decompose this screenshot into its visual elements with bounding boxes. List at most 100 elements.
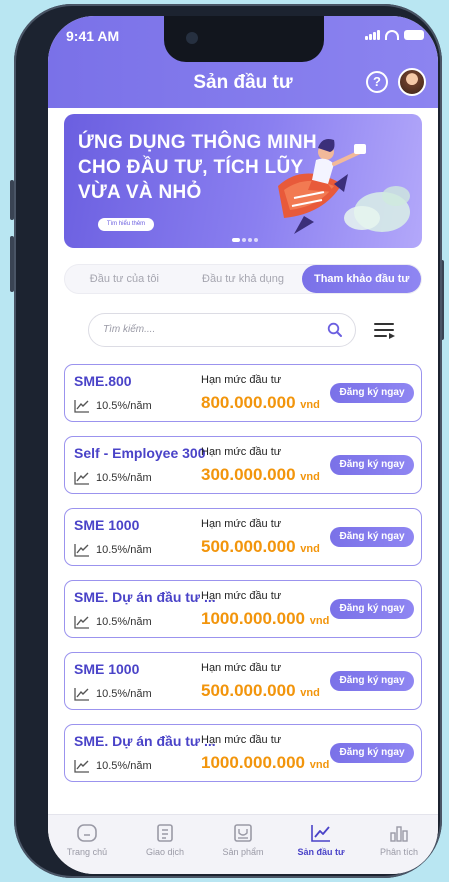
- limit-value: 300.000.000 vnd: [201, 465, 320, 485]
- receipt-icon: [157, 824, 173, 842]
- carousel-dot[interactable]: [248, 238, 252, 242]
- trend-line-icon: [74, 400, 89, 413]
- product-card[interactable]: SME. Dự án đầu tư ... 10.5%/năm Hạn mức đầ…: [64, 724, 422, 782]
- signal-icon: [365, 30, 380, 40]
- limit-label: Hạn mức đầu tư: [201, 662, 282, 674]
- product-name: SME 1000: [74, 517, 140, 533]
- trend-line-icon: [74, 760, 89, 773]
- filter-list-icon[interactable]: [374, 322, 396, 340]
- limit-unit: vnd: [300, 543, 320, 555]
- nav-label-investment: Sản đầu tư: [297, 847, 345, 857]
- limit-value: 1000.000.000 vnd: [201, 609, 329, 629]
- battery-icon: [404, 30, 424, 40]
- product-rate: 10.5%/năm: [74, 687, 152, 701]
- limit-amount: 1000.000.000: [201, 609, 305, 628]
- product-rate: 10.5%/năm: [74, 759, 152, 773]
- tab-available-investments[interactable]: Đầu tư khả dụng: [184, 265, 303, 293]
- nav-item-analysis[interactable]: Phân tích: [360, 815, 438, 874]
- bottom-navigation: Trang chủ Giao dịch Sản phẩm Sản đầu tư …: [48, 814, 438, 874]
- search-input[interactable]: Tìm kiếm....: [88, 313, 356, 347]
- register-now-button[interactable]: Đăng ký ngay: [330, 743, 414, 763]
- rate-value: 10.5%/năm: [96, 544, 152, 556]
- product-card[interactable]: SME 1000 10.5%/năm Hạn mức đầu tư 500.000.0…: [64, 508, 422, 566]
- nav-label-transactions: Giao dịch: [145, 847, 185, 857]
- status-icons: [365, 30, 424, 40]
- avatar[interactable]: [398, 68, 426, 96]
- limit-unit: vnd: [300, 399, 320, 411]
- limit-unit: vnd: [300, 687, 320, 699]
- learn-more-button[interactable]: Tìm hiểu thêm: [98, 218, 154, 231]
- register-now-button[interactable]: Đăng ký ngay: [330, 383, 414, 403]
- limit-unit: vnd: [300, 471, 320, 483]
- nav-label-home: Trang chủ: [66, 847, 108, 857]
- tab-reference-investments[interactable]: Tham khảo đầu tư: [302, 265, 422, 293]
- rate-value: 10.5%/năm: [96, 688, 152, 700]
- chart-line-icon: [311, 825, 330, 842]
- limit-unit: vnd: [309, 615, 330, 627]
- product-name: SME. Dự án đầu tư ...: [74, 589, 216, 605]
- camera-notch: [164, 16, 324, 62]
- product-name: SME. Dự án đầu tư ...: [74, 733, 216, 749]
- tab-my-investments[interactable]: Đầu tư của tôi: [65, 265, 184, 293]
- limit-amount: 800.000.000: [201, 393, 296, 412]
- promo-banner[interactable]: ỨNG DỤNG THÔNG MINH CHO ĐẦU TƯ, TÍCH LŨY…: [64, 114, 422, 248]
- limit-label: Hạn mức đầu tư: [201, 374, 282, 386]
- limit-value: 800.000.000 vnd: [201, 393, 320, 413]
- nav-label-analysis: Phân tích: [379, 847, 419, 857]
- register-now-button[interactable]: Đăng ký ngay: [330, 527, 414, 547]
- wifi-icon: [385, 30, 399, 40]
- limit-amount: 1000.000.000: [201, 753, 305, 772]
- rate-value: 10.5%/năm: [96, 616, 152, 628]
- nav-item-products[interactable]: Sản phẩm: [204, 815, 282, 874]
- register-now-button[interactable]: Đăng ký ngay: [330, 671, 414, 691]
- trend-line-icon: [74, 616, 89, 629]
- register-now-button[interactable]: Đăng ký ngay: [330, 455, 414, 475]
- limit-value: 500.000.000 vnd: [201, 537, 320, 557]
- carousel-dot[interactable]: [232, 238, 240, 242]
- trend-line-icon: [74, 472, 89, 485]
- app-screen: 9:41 AM Sản đầu tư ? ỨNG DỤNG THÔNG MINH…: [48, 16, 438, 874]
- rate-value: 10.5%/năm: [96, 760, 152, 772]
- home-icon: [77, 824, 97, 842]
- rate-value: 10.5%/năm: [96, 400, 152, 412]
- limit-unit: vnd: [309, 759, 330, 771]
- product-rate: 10.5%/năm: [74, 471, 152, 485]
- rate-value: 10.5%/năm: [96, 472, 152, 484]
- carousel-dot[interactable]: [254, 238, 258, 242]
- product-card[interactable]: SME. Dự án đầu tư ... 10.5%/năm Hạn mức đầ…: [64, 580, 422, 638]
- status-time: 9:41 AM: [66, 28, 120, 44]
- limit-value: 1000.000.000 vnd: [201, 753, 329, 773]
- question-circle-icon[interactable]: ?: [366, 71, 388, 93]
- limit-value: 500.000.000 vnd: [201, 681, 320, 701]
- nav-item-transactions[interactable]: Giao dịch: [126, 815, 204, 874]
- rocket-illustration: [278, 139, 410, 234]
- product-rate: 10.5%/năm: [74, 543, 152, 557]
- product-card[interactable]: SME.800 10.5%/năm Hạn mức đầu tư 800.000.00…: [64, 364, 422, 422]
- nav-item-investment[interactable]: Sản đầu tư: [282, 815, 360, 874]
- limit-label: Hạn mức đầu tư: [201, 518, 282, 530]
- trend-line-icon: [74, 688, 89, 701]
- bar-chart-icon: [390, 826, 408, 842]
- product-rate: 10.5%/năm: [74, 615, 152, 629]
- trend-line-icon: [74, 544, 89, 557]
- carousel-dot[interactable]: [242, 238, 246, 242]
- limit-label: Hạn mức đầu tư: [201, 590, 282, 602]
- register-now-button[interactable]: Đăng ký ngay: [330, 599, 414, 619]
- investment-tabs: Đầu tư của tôi Đầu tư khả dụng Tham khảo…: [64, 264, 422, 294]
- limit-amount: 500.000.000: [201, 681, 296, 700]
- limit-label: Hạn mức đầu tư: [201, 446, 282, 458]
- product-card[interactable]: Self - Employee 300 10.5%/năm Hạn mức đầu …: [64, 436, 422, 494]
- search-placeholder: Tìm kiếm....: [103, 324, 156, 335]
- product-card[interactable]: SME 1000 10.5%/năm Hạn mức đầu tư 500.000.0…: [64, 652, 422, 710]
- nav-item-home[interactable]: Trang chủ: [48, 815, 126, 874]
- limit-label: Hạn mức đầu tư: [201, 734, 282, 746]
- product-name: SME 1000: [74, 661, 140, 677]
- search-icon[interactable]: [327, 322, 343, 338]
- limit-amount: 300.000.000: [201, 465, 296, 484]
- product-rate: 10.5%/năm: [74, 399, 152, 413]
- product-name: SME.800: [74, 373, 132, 389]
- camera-icon: [186, 32, 198, 44]
- nav-label-products: Sản phẩm: [222, 847, 264, 857]
- limit-amount: 500.000.000: [201, 537, 296, 556]
- product-name: Self - Employee 300: [74, 445, 206, 461]
